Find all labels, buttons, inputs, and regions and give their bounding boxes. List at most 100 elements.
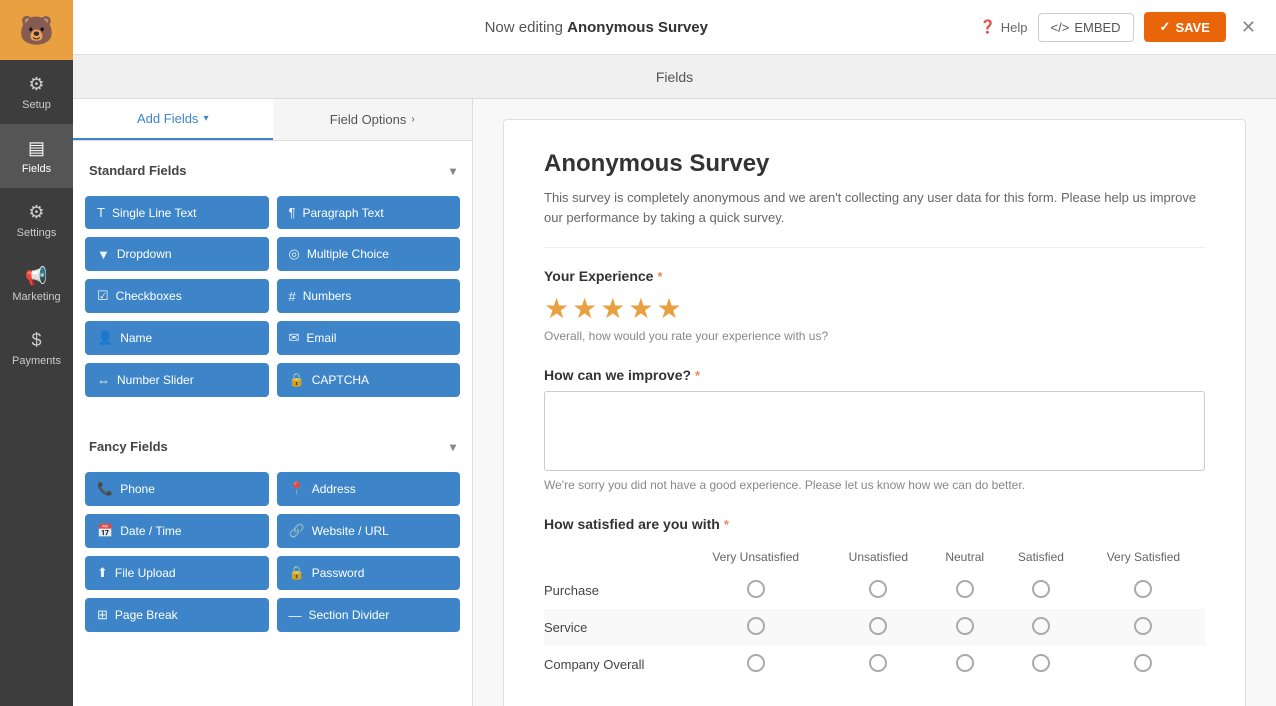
email-icon: ✉: [289, 330, 300, 346]
sidebar-item-setup[interactable]: ⚙ Setup: [0, 60, 73, 124]
table-row: Company Overall: [544, 646, 1205, 683]
radio-company-neutral[interactable]: [956, 654, 974, 672]
fields-tabs: Add Fields ▾ Field Options ›: [73, 99, 472, 141]
standard-fields-header[interactable]: Standard Fields ▾: [85, 153, 460, 188]
address-icon: 📍: [289, 481, 305, 497]
app-logo: 🐻: [0, 0, 73, 60]
radio-service-very-unsatisfied[interactable]: [747, 617, 765, 635]
multiple-choice-icon: ◎: [289, 246, 300, 262]
tab-add-fields[interactable]: Add Fields ▾: [73, 99, 273, 140]
field-btn-email[interactable]: ✉ Email: [277, 321, 461, 355]
sidebar-nav: 🐻 ⚙ Setup ▤ Fields ⚙ Settings 📢 Marketin…: [0, 0, 73, 706]
field-btn-paragraph-text[interactable]: ¶ Paragraph Text: [277, 196, 461, 229]
field-btn-password[interactable]: 🔒 Password: [277, 556, 461, 590]
col-unsatisfied: Unsatisfied: [827, 542, 929, 572]
name-icon: 👤: [97, 330, 113, 346]
star-4[interactable]: ★: [628, 292, 653, 325]
radio-purchase-neutral[interactable]: [956, 580, 974, 598]
question-experience: Your Experience * ★ ★ ★ ★ ★ Overall, how…: [544, 268, 1205, 343]
field-btn-single-line-text[interactable]: T Single Line Text: [85, 196, 269, 229]
question-improve: How can we improve? * We're sorry you di…: [544, 367, 1205, 492]
question-satisfied: How satisfied are you with * Very Unsati…: [544, 516, 1205, 683]
fancy-fields-grid: 📞 Phone 📍 Address 📅 Date / Time 🔗: [85, 464, 460, 640]
field-btn-page-break[interactable]: ⊞ Page Break: [85, 598, 269, 632]
help-button[interactable]: ❓ Help: [980, 19, 1028, 35]
payments-icon: $: [31, 330, 41, 351]
col-satisfied: Satisfied: [1000, 542, 1082, 572]
fields-panel: Add Fields ▾ Field Options › Standard Fi…: [73, 99, 473, 706]
table-row: Purchase: [544, 572, 1205, 609]
star-1[interactable]: ★: [544, 292, 569, 325]
field-btn-name[interactable]: 👤 Name: [85, 321, 269, 355]
required-star-experience: *: [657, 269, 662, 284]
radio-company-very-unsatisfied[interactable]: [747, 654, 765, 672]
radio-company-unsatisfied[interactable]: [869, 654, 887, 672]
sidebar-item-payments[interactable]: $ Payments: [0, 316, 73, 380]
field-btn-multiple-choice[interactable]: ◎ Multiple Choice: [277, 237, 461, 271]
col-neutral: Neutral: [929, 542, 1000, 572]
radio-service-very-satisfied[interactable]: [1134, 617, 1152, 635]
sidebar-item-marketing[interactable]: 📢 Marketing: [0, 252, 73, 316]
radio-purchase-very-satisfied[interactable]: [1134, 580, 1152, 598]
survey-description: This survey is completely anonymous and …: [544, 188, 1205, 248]
sub-header: Fields: [73, 55, 1276, 99]
tab-field-options[interactable]: Field Options ›: [273, 99, 473, 140]
password-icon: 🔒: [289, 565, 305, 581]
field-btn-dropdown[interactable]: ▼ Dropdown: [85, 237, 269, 271]
fancy-fields-section: Fancy Fields ▾ 📞 Phone 📍 Address: [73, 417, 472, 652]
sidebar-item-settings[interactable]: ⚙ Settings: [0, 188, 73, 252]
dropdown-icon: ▼: [97, 247, 110, 262]
improve-sublabel: We're sorry you did not have a good expe…: [544, 478, 1205, 492]
radio-company-satisfied[interactable]: [1032, 654, 1050, 672]
single-line-text-icon: T: [97, 205, 105, 220]
star-3[interactable]: ★: [600, 292, 625, 325]
field-btn-checkboxes[interactable]: ☑ Checkboxes: [85, 279, 269, 313]
date-time-icon: 📅: [97, 523, 113, 539]
field-btn-numbers[interactable]: # Numbers: [277, 279, 461, 313]
fancy-fields-header[interactable]: Fancy Fields ▾: [85, 429, 460, 464]
chevron-down-icon: ▾: [203, 113, 208, 124]
setup-icon: ⚙: [28, 74, 44, 95]
field-btn-address[interactable]: 📍 Address: [277, 472, 461, 506]
radio-purchase-satisfied[interactable]: [1032, 580, 1050, 598]
radio-service-satisfied[interactable]: [1032, 617, 1050, 635]
sidebar-item-fields[interactable]: ▤ Fields: [0, 124, 73, 188]
marketing-icon: 📢: [25, 266, 47, 287]
main-area: Now editing Anonymous Survey ❓ Help </> …: [73, 0, 1276, 706]
section-divider-icon: —: [289, 608, 302, 623]
code-icon: </>: [1051, 20, 1070, 35]
radio-service-unsatisfied[interactable]: [869, 617, 887, 635]
sub-header-title: Fields: [656, 69, 693, 85]
stars-rating[interactable]: ★ ★ ★ ★ ★: [544, 292, 1205, 325]
question-improve-label: How can we improve? *: [544, 367, 1205, 383]
col-very-unsatisfied: Very Unsatisfied: [684, 542, 827, 572]
embed-button[interactable]: </> EMBED: [1038, 13, 1134, 42]
field-btn-file-upload[interactable]: ⬆ File Upload: [85, 556, 269, 590]
radio-purchase-very-unsatisfied[interactable]: [747, 580, 765, 598]
experience-sublabel: Overall, how would you rate your experie…: [544, 329, 1205, 343]
page-break-icon: ⊞: [97, 607, 108, 623]
radio-purchase-unsatisfied[interactable]: [869, 580, 887, 598]
header-actions: ❓ Help </> EMBED ✓ SAVE ✕: [980, 12, 1256, 42]
field-btn-captcha[interactable]: 🔒 CAPTCHA: [277, 363, 461, 397]
phone-icon: 📞: [97, 481, 113, 497]
radio-company-very-satisfied[interactable]: [1134, 654, 1152, 672]
question-experience-label: Your Experience *: [544, 268, 1205, 284]
number-slider-icon: ⇔: [97, 373, 110, 388]
close-button[interactable]: ✕: [1241, 17, 1256, 38]
field-btn-website-url[interactable]: 🔗 Website / URL: [277, 514, 461, 548]
field-btn-section-divider[interactable]: — Section Divider: [277, 598, 461, 632]
content-row: Add Fields ▾ Field Options › Standard Fi…: [73, 99, 1276, 706]
field-btn-date-time[interactable]: 📅 Date / Time: [85, 514, 269, 548]
radio-service-neutral[interactable]: [956, 617, 974, 635]
chevron-right-icon: ›: [411, 114, 414, 125]
col-very-satisfied: Very Satisfied: [1082, 542, 1205, 572]
improve-textarea[interactable]: [544, 391, 1205, 471]
field-btn-number-slider[interactable]: ⇔ Number Slider: [85, 363, 269, 397]
table-row: Service: [544, 609, 1205, 646]
star-5[interactable]: ★: [656, 292, 681, 325]
star-2[interactable]: ★: [572, 292, 597, 325]
paragraph-text-icon: ¶: [289, 205, 296, 220]
save-button[interactable]: ✓ SAVE: [1144, 12, 1226, 42]
field-btn-phone[interactable]: 📞 Phone: [85, 472, 269, 506]
